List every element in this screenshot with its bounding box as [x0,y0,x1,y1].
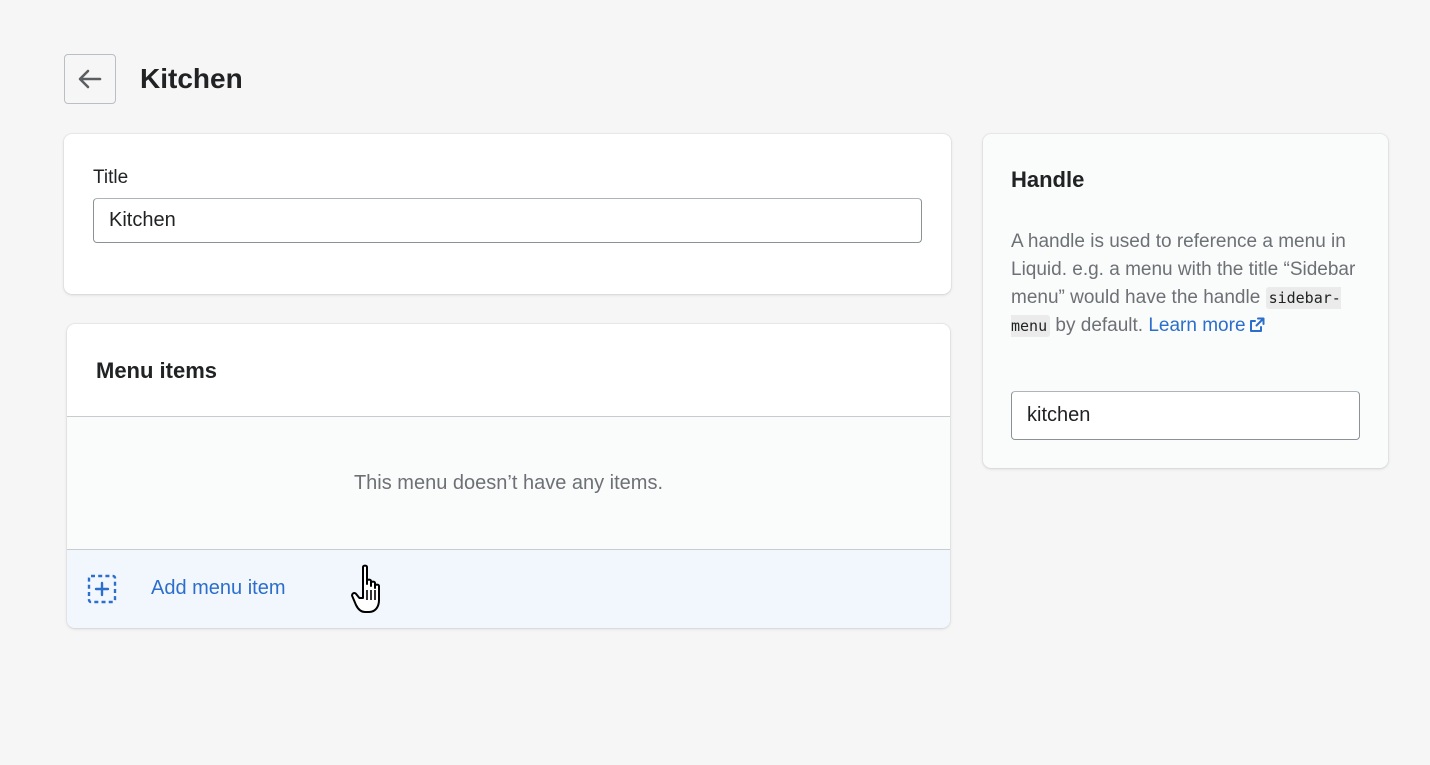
title-input[interactable] [93,198,922,243]
handle-description: A handle is used to reference a menu in … [1011,228,1371,340]
menu-items-card: Menu items This menu doesn’t have any it… [67,324,950,628]
page-title: Kitchen [140,63,243,94]
menu-items-heading: Menu items [96,358,218,383]
handle-heading: Handle [1011,167,1085,192]
empty-state-message: This menu doesn’t have any items. [353,471,664,494]
learn-more-label: Learn more [1148,315,1246,336]
page-header: Kitchen [64,54,243,104]
empty-state: This menu doesn’t have any items. [67,416,950,550]
title-card: Title [64,134,951,294]
handle-input[interactable] [1011,391,1360,440]
handle-card: Handle A handle is used to reference a m… [983,134,1388,468]
arrow-left-icon [78,69,102,89]
external-link-icon [1249,317,1265,332]
handle-desc-text-2: by default. [1050,315,1149,336]
title-label: Title [93,167,129,188]
back-button[interactable] [64,54,116,104]
hand-cursor-icon [351,564,380,613]
add-menu-item-button[interactable]: Add menu item [67,550,950,628]
learn-more-link[interactable]: Learn more [1148,315,1265,336]
add-menu-item-label: Add menu item [151,577,286,599]
dashed-plus-icon [87,574,117,604]
